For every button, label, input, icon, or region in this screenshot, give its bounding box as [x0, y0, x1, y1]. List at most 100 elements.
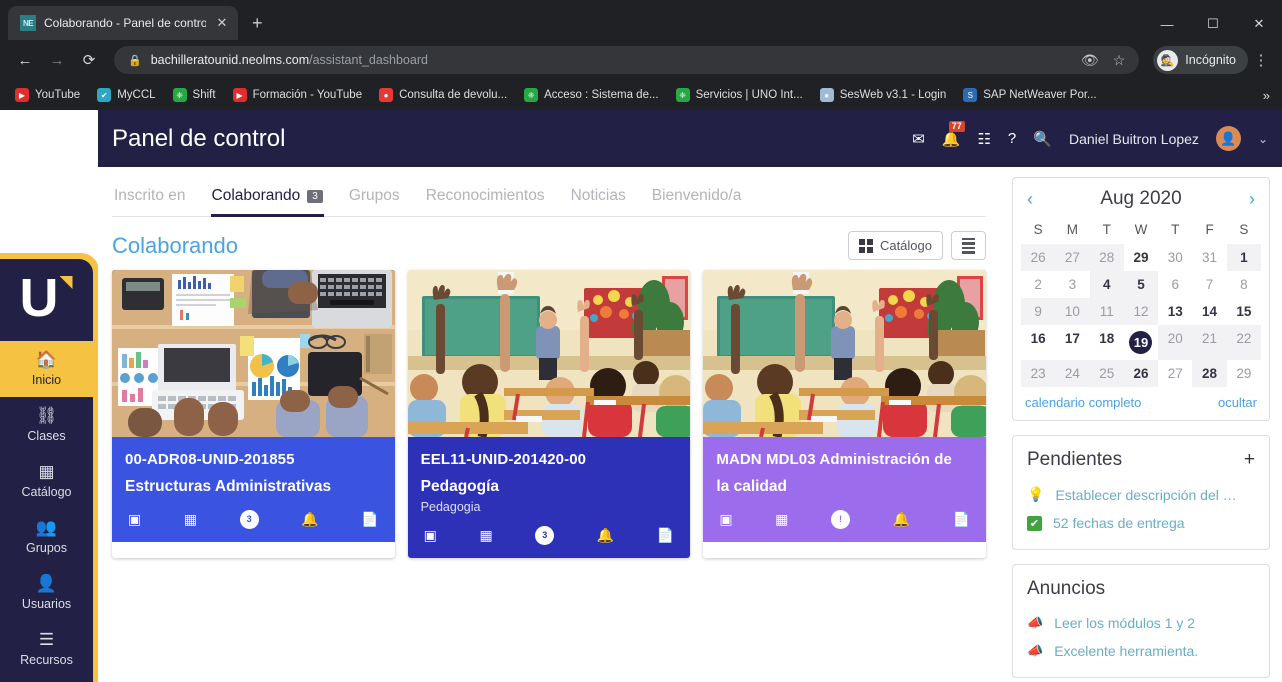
help-icon[interactable]: ? [1008, 130, 1016, 147]
bookmarks-overflow-icon[interactable]: » [1263, 88, 1274, 103]
tab-inscritoen[interactable]: Inscrito en [114, 187, 199, 216]
calendar-day[interactable]: 24 [1055, 360, 1090, 387]
board-icon[interactable]: ▣ [128, 511, 141, 528]
calendar-day[interactable]: 6 [1158, 271, 1192, 298]
board-icon[interactable]: ▣ [424, 527, 437, 544]
bookmark-item[interactable]: ● SesWeb v3.1 - Login [813, 85, 954, 105]
bookmark-item[interactable]: ❈ Shift [166, 85, 223, 105]
calendar-icon[interactable]: ☷ [977, 130, 990, 148]
bookmark-item[interactable]: ▶ YouTube [8, 85, 87, 105]
badge-count[interactable]: 3 [239, 509, 259, 529]
bookmark-item[interactable]: ❈ Acceso : Sistema de... [517, 85, 665, 105]
mail-icon[interactable]: ✉ [912, 130, 925, 148]
calendar-day[interactable]: 25 [1089, 360, 1124, 387]
grid-icon[interactable]: ▦ [479, 527, 492, 544]
back-icon[interactable]: ← [10, 45, 40, 75]
calendar-day[interactable]: 28 [1192, 360, 1227, 387]
file-icon[interactable]: 📄 [657, 527, 674, 544]
list-view-button[interactable] [951, 231, 986, 260]
badge-count[interactable]: 3 [535, 525, 555, 545]
calendar-day[interactable]: 21 [1192, 325, 1227, 360]
file-icon[interactable]: 📄 [361, 511, 378, 528]
calendar-day[interactable]: 27 [1055, 244, 1090, 271]
bookmark-item[interactable]: ✔ MyCCL [90, 85, 162, 105]
bookmark-item[interactable]: ❈ Servicios | UNO Int... [669, 85, 810, 105]
calendar-day[interactable]: 27 [1158, 360, 1192, 387]
calendar-day[interactable]: 28 [1089, 244, 1124, 271]
calendar-day[interactable]: 5 [1123, 271, 1159, 298]
add-icon[interactable]: + [1244, 450, 1255, 469]
sidebar-item-catlogo[interactable]: ▦ Catálogo [0, 453, 93, 509]
chevron-left-icon[interactable]: ‹ [1027, 189, 1047, 210]
calendar-day[interactable]: 16 [1021, 325, 1055, 360]
calendar-day[interactable]: 7 [1192, 271, 1226, 298]
calendar-day[interactable]: 11 [1089, 298, 1124, 325]
tab-noticias[interactable]: Noticias [558, 187, 639, 216]
grid-icon[interactable]: ▦ [775, 511, 788, 528]
address-bar[interactable]: 🔒 bachilleratounid.neolms.com/assistant_… [114, 46, 1140, 74]
list-item[interactable]: ✔ 52 fechas de entrega [1027, 509, 1255, 537]
browser-menu-icon[interactable]: ⋮ [1250, 51, 1272, 69]
calendar-day[interactable]: 8 [1227, 271, 1261, 298]
calendar-day[interactable]: 29 [1124, 244, 1158, 271]
calendar-day[interactable]: 18 [1090, 325, 1124, 360]
list-item[interactable]: 📣 Excelente herramienta. [1027, 637, 1255, 665]
board-icon[interactable]: ▣ [719, 511, 732, 528]
course-card[interactable]: EEL11-UNID-201420-00 Pedagogía Pedagogia ▣ ▦… [407, 270, 691, 558]
incognito-indicator[interactable]: 🕵 Incógnito [1153, 46, 1248, 74]
window-close-icon[interactable]: ✕ [1236, 16, 1282, 32]
sidebar-item-inicio[interactable]: 🏠 Inicio [0, 341, 93, 397]
tab-bienvenidoa[interactable]: Bienvenido/a [639, 187, 755, 216]
notifications-icon[interactable]: 🔔 77 [942, 120, 965, 148]
badge-count[interactable]: ! [830, 509, 850, 529]
calendar-day[interactable]: 4 [1089, 271, 1124, 298]
course-card[interactable]: MADN MDL03 Administración de la calidad ▣ ▦… [703, 270, 987, 558]
new-tab-button[interactable]: + [252, 13, 263, 34]
sidebar-item-recursos[interactable]: ☰ Recursos [0, 621, 93, 677]
calendar-day[interactable]: 29 [1227, 360, 1261, 387]
calendar-day[interactable]: 19 [1124, 325, 1158, 360]
list-item[interactable]: 📣 Leer los módulos 1 y 2 [1027, 609, 1255, 637]
close-icon[interactable]: ✕ [214, 15, 230, 31]
bell-icon[interactable]: 🔔 [597, 527, 614, 544]
bookmark-item[interactable]: ● Consulta de devolu... [372, 85, 514, 105]
calendar-day[interactable]: 20 [1158, 325, 1193, 360]
minimize-icon[interactable]: — [1144, 17, 1190, 32]
calendar-day[interactable]: 10 [1055, 298, 1090, 325]
calendar-day[interactable]: 26 [1123, 360, 1159, 387]
chevron-right-icon[interactable]: › [1235, 189, 1255, 210]
search-icon[interactable]: 🔍 [1033, 130, 1052, 148]
calendar-day[interactable]: 2 [1021, 271, 1055, 298]
file-icon[interactable]: 📄 [953, 511, 970, 528]
calendar-day[interactable]: 22 [1226, 325, 1261, 360]
reload-icon[interactable]: ⟳ [74, 45, 104, 75]
calendar-day[interactable]: 15 [1227, 298, 1261, 325]
hide-calendar-link[interactable]: ocultar [1218, 395, 1257, 410]
list-item[interactable]: 💡 Establecer descripción del … [1027, 480, 1255, 509]
forward-icon[interactable]: → [42, 45, 72, 75]
tab-reconocimientos[interactable]: Reconocimientos [413, 187, 558, 216]
star-icon[interactable]: ☆ [1113, 52, 1126, 69]
calendar-day[interactable]: 12 [1123, 298, 1159, 325]
calendar-day[interactable]: 30 [1158, 244, 1192, 271]
calendar-day[interactable]: 17 [1055, 325, 1089, 360]
calendar-day[interactable]: 14 [1192, 298, 1226, 325]
course-card[interactable]: 00-ADR08-UNID-201855 Estructuras Administ… [112, 270, 395, 558]
calendar-day[interactable]: 23 [1021, 360, 1056, 387]
eye-off-icon[interactable]: 👁 [1081, 52, 1099, 69]
sidebar-item-clases[interactable]: ⛓ Clases [0, 397, 93, 453]
grid-icon[interactable]: ▦ [184, 511, 197, 528]
catalog-view-button[interactable]: Catálogo [847, 231, 943, 260]
bell-icon[interactable]: 🔔 [893, 511, 910, 528]
browser-tab[interactable]: NE Colaborando - Panel de control - ✕ [8, 6, 238, 40]
calendar-day[interactable]: 9 [1021, 298, 1056, 325]
maximize-icon[interactable]: ☐ [1190, 16, 1236, 32]
calendar-day[interactable]: 3 [1055, 271, 1089, 298]
chevron-down-icon[interactable]: ⌄ [1258, 132, 1268, 146]
bell-icon[interactable]: 🔔 [301, 511, 318, 528]
bookmark-item[interactable]: ▶ Formación - YouTube [226, 85, 370, 105]
calendar-day[interactable]: 31 [1192, 244, 1226, 271]
calendar-day[interactable]: 13 [1158, 298, 1192, 325]
tab-colaborando[interactable]: Colaborando 3 [199, 187, 336, 217]
full-calendar-link[interactable]: calendario completo [1025, 395, 1141, 410]
